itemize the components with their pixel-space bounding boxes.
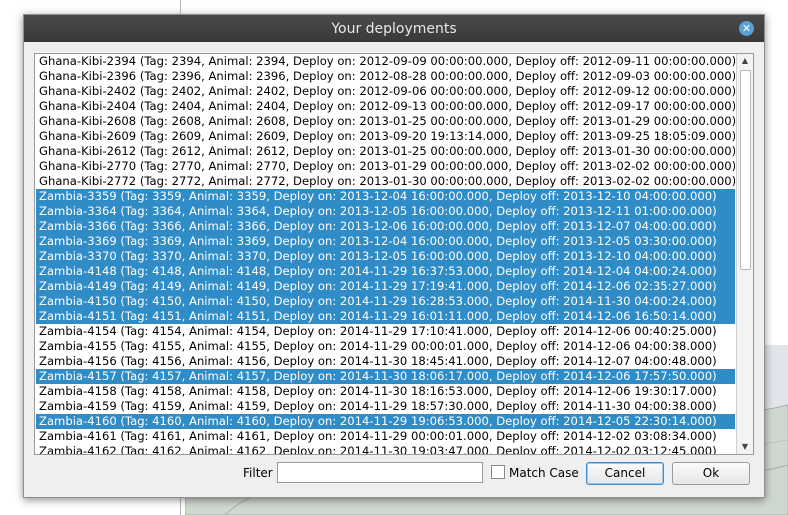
list-item[interactable]: Ghana-Kibi-2394 (Tag: 2394, Animal: 2394… <box>36 54 735 69</box>
list-item[interactable]: Zambia-3364 (Tag: 3364, Animal: 3364, De… <box>36 204 735 219</box>
list-item[interactable]: Zambia-3369 (Tag: 3369, Animal: 3369, De… <box>36 234 735 249</box>
match-case-label[interactable]: Match Case <box>509 466 579 481</box>
deployments-dialog: Your deployments ✕ Ghana-Kibi-2394 (Tag:… <box>23 14 765 498</box>
list-item[interactable]: Ghana-Kibi-2609 (Tag: 2609, Animal: 2609… <box>36 129 735 144</box>
list-item[interactable]: Zambia-4151 (Tag: 4151, Animal: 4151, De… <box>36 309 735 324</box>
list-item[interactable]: Zambia-3366 (Tag: 3366, Animal: 3366, De… <box>36 219 735 234</box>
vertical-scrollbar[interactable]: ▲ ▼ <box>736 54 753 454</box>
list-item[interactable]: Zambia-4148 (Tag: 4148, Animal: 4148, De… <box>36 264 735 279</box>
filter-input[interactable] <box>277 462 483 483</box>
list-item[interactable]: Zambia-4158 (Tag: 4158, Animal: 4158, De… <box>36 384 735 399</box>
list-item[interactable]: Zambia-4161 (Tag: 4161, Animal: 4161, De… <box>36 429 735 444</box>
list-item[interactable]: Ghana-Kibi-2770 (Tag: 2770, Animal: 2770… <box>36 159 735 174</box>
scroll-up-arrow-icon[interactable]: ▲ <box>737 54 753 68</box>
list-item[interactable]: Ghana-Kibi-2402 (Tag: 2402, Animal: 2402… <box>36 84 735 99</box>
list-item[interactable]: Zambia-4155 (Tag: 4155, Animal: 4155, De… <box>36 339 735 354</box>
list-item[interactable]: Zambia-4149 (Tag: 4149, Animal: 4149, De… <box>36 279 735 294</box>
list-item[interactable]: Zambia-4159 (Tag: 4159, Animal: 4159, De… <box>36 399 735 414</box>
list-item[interactable]: Zambia-4154 (Tag: 4154, Animal: 4154, De… <box>36 324 735 339</box>
list-item[interactable]: Zambia-4162 (Tag: 4162, Animal: 4162, De… <box>36 444 735 454</box>
list-item[interactable]: Zambia-4160 (Tag: 4160, Animal: 4160, De… <box>36 414 735 429</box>
list-item[interactable]: Ghana-Kibi-2608 (Tag: 2608, Animal: 2608… <box>36 114 735 129</box>
list-item[interactable]: Zambia-4150 (Tag: 4150, Animal: 4150, De… <box>36 294 735 309</box>
match-case-checkbox[interactable] <box>491 465 505 479</box>
list-item[interactable]: Ghana-Kibi-2772 (Tag: 2772, Animal: 2772… <box>36 174 735 189</box>
filter-label: Filter <box>243 466 273 480</box>
list-item[interactable]: Ghana-Kibi-2396 (Tag: 2396, Animal: 2396… <box>36 69 735 84</box>
cancel-button[interactable]: Cancel <box>586 462 664 485</box>
dialog-title: Your deployments <box>331 21 457 37</box>
ok-button[interactable]: Ok <box>672 462 750 485</box>
list-item[interactable]: Zambia-3370 (Tag: 3370, Animal: 3370, De… <box>36 249 735 264</box>
close-icon[interactable]: ✕ <box>739 21 754 36</box>
list-item[interactable]: Zambia-4156 (Tag: 4156, Animal: 4156, De… <box>36 354 735 369</box>
scrollbar-thumb[interactable] <box>740 70 751 270</box>
dialog-titlebar[interactable]: Your deployments <box>24 15 764 42</box>
scroll-down-arrow-icon[interactable]: ▼ <box>737 440 753 454</box>
deployment-rows: Ghana-Kibi-2394 (Tag: 2394, Animal: 2394… <box>36 54 735 454</box>
deployments-list[interactable]: Ghana-Kibi-2394 (Tag: 2394, Animal: 2394… <box>34 53 754 455</box>
list-item[interactable]: Ghana-Kibi-2404 (Tag: 2404, Animal: 2404… <box>36 99 735 114</box>
list-item[interactable]: Ghana-Kibi-2612 (Tag: 2612, Animal: 2612… <box>36 144 735 159</box>
list-item[interactable]: Zambia-4157 (Tag: 4157, Animal: 4157, De… <box>36 369 735 384</box>
list-item[interactable]: Zambia-3359 (Tag: 3359, Animal: 3359, De… <box>36 189 735 204</box>
